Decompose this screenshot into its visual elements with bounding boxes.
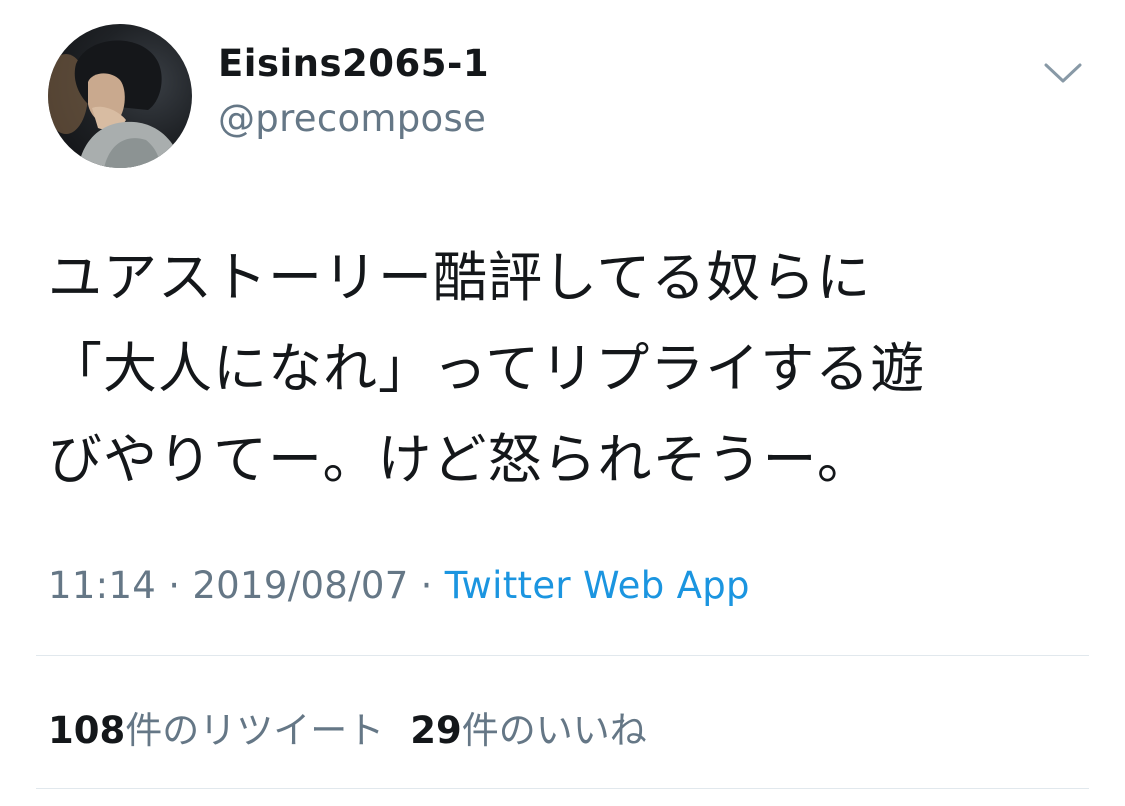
tweet-source-link[interactable]: Twitter Web App: [445, 564, 750, 607]
likes-stat[interactable]: 29件のいいね: [410, 709, 647, 752]
meta-separator: ·: [408, 564, 445, 607]
retweets-stat[interactable]: 108件のリツイート: [48, 709, 384, 752]
tweet-text: ユアストーリー酷評してる奴らに 「大人になれ」ってリプライする遊 びやりてー。け…: [48, 232, 1078, 505]
tweet-text-line: 「大人になれ」ってリプライする遊: [48, 337, 926, 400]
meta-separator: ·: [156, 564, 193, 607]
retweets-label: 件のリツイート: [125, 709, 385, 752]
divider: [36, 655, 1089, 656]
author-handle[interactable]: @precompose: [218, 97, 486, 140]
retweets-count: 108: [48, 709, 126, 752]
avatar-photo-icon: [48, 40, 182, 168]
likes-count: 29: [410, 709, 462, 752]
author-display-name[interactable]: Eisins2065-1: [218, 42, 489, 85]
tweet-detail: Eisins2065-1 @precompose ユアストーリー酷評してる奴らに…: [0, 0, 1125, 806]
avatar[interactable]: [48, 24, 192, 168]
tweet-date[interactable]: 2019/08/07: [192, 564, 408, 607]
divider: [36, 788, 1089, 789]
likes-label: 件のいいね: [461, 709, 647, 752]
tweet-stats: 108件のリツイート 29件のいいね: [48, 700, 647, 754]
chevron-down-icon[interactable]: [1040, 55, 1086, 89]
tweet-time[interactable]: 11:14: [48, 564, 156, 607]
tweet-text-line: ユアストーリー酷評してる奴らに: [48, 246, 872, 309]
tweet-metadata: 11:14 · 2019/08/07 · Twitter Web App: [48, 564, 750, 607]
tweet-text-line: びやりてー。けど怒られそうー。: [48, 428, 872, 491]
